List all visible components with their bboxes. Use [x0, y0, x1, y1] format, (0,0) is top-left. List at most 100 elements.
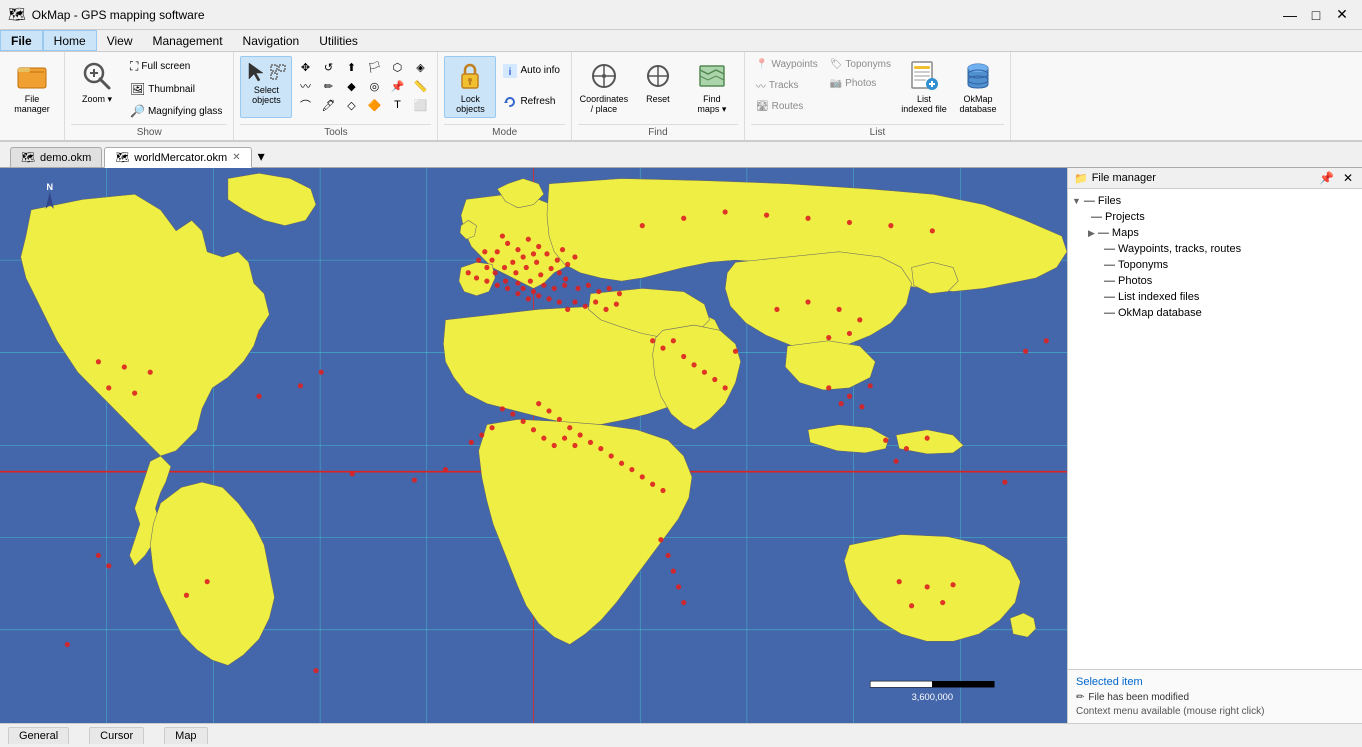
full-screen-button[interactable]: ⛶ Full screen — [125, 56, 227, 77]
toponyms-list-button[interactable]: 🏷 Toponyms — [825, 56, 896, 73]
routes-icon: 🛣 — [756, 101, 769, 112]
coordinates-button[interactable]: Coordinates/ place — [578, 56, 630, 118]
tab-demo[interactable]: 🗺 demo.okm — [10, 147, 102, 167]
circle-tool-button[interactable]: ◎ — [363, 77, 385, 95]
find-maps-icon — [696, 60, 728, 92]
magnifying-glass-icon: 🔎 — [130, 104, 145, 118]
tree-item-maps[interactable]: ▶ — Maps — [1072, 225, 1358, 241]
waypoints-list-button[interactable]: 📍 Waypoints — [751, 56, 823, 73]
tracks-list-button[interactable]: 〰 Tracks — [751, 75, 823, 96]
context-hint: Context menu available (mouse right clic… — [1076, 706, 1354, 717]
tools-grid: ✥ ↺ ⬆ 🏳 ⬡ ◈ 〰 ✏ ◆ ◎ 📌 📏 ⌒ 🖊 ◇ 🔶 T ⬜ — [294, 58, 431, 114]
text-tool-button[interactable]: T — [386, 96, 408, 114]
list-indexed-file-button[interactable]: Listindexed file — [898, 56, 950, 118]
menu-view[interactable]: View — [97, 30, 143, 51]
file-manager-panel: 📁 File manager 📌 ✕ ▼ — Files — Projects — [1067, 168, 1362, 723]
maps-label: Maps — [1112, 227, 1139, 239]
toponyms-icon: 🏷 — [830, 59, 843, 70]
reset-button[interactable]: Reset — [632, 56, 684, 116]
menu-file[interactable]: File — [0, 30, 43, 51]
magnifying-glass-label: Magnifying glass — [148, 106, 222, 117]
tab-dropdown-button[interactable]: ▾ — [258, 148, 265, 165]
node-tool-button[interactable]: ◈ — [409, 58, 431, 76]
photos-list-button[interactable]: 📷 Photos — [825, 75, 896, 92]
coordinates-label: Coordinates/ place — [580, 94, 629, 114]
move-tool-button[interactable]: ✥ — [294, 58, 316, 76]
map-canvas[interactable]: 3,600,000 N — [0, 168, 1067, 723]
file-manager-icon — [16, 60, 48, 92]
up-tool-button[interactable]: ⬆ — [340, 58, 362, 76]
menu-utilities[interactable]: Utilities — [309, 30, 368, 51]
eraser-tool-button[interactable]: ⬜ — [409, 96, 431, 114]
window-controls: — □ ✕ — [1278, 4, 1354, 26]
thumbnail-button[interactable]: 🖼 Thumbnail — [125, 79, 227, 99]
lock-objects-label: Lockobjects — [456, 94, 485, 114]
routes-label: Routes — [772, 101, 804, 112]
refresh-button[interactable]: Refresh — [498, 92, 564, 112]
file-manager-button[interactable]: Filemanager — [6, 56, 58, 118]
file-manager-footer: Selected item ✏ File has been modified C… — [1068, 669, 1362, 723]
mode-small-group: i Auto info Refresh — [498, 56, 564, 116]
auto-info-label: Auto info — [520, 65, 559, 76]
waypoint-tool-button[interactable]: 🏳 — [363, 58, 385, 76]
select-objects-button[interactable]: Selectobjects — [240, 56, 292, 118]
files-icon: — — [1084, 195, 1095, 207]
show-group-label: Show — [71, 124, 227, 138]
curve-tool-button[interactable]: ⌒ — [294, 96, 316, 114]
file-manager-header-right: 📌 ✕ — [1316, 171, 1356, 185]
tree-item-okmap-database[interactable]: — OkMap database — [1072, 305, 1358, 321]
routes-list-button[interactable]: 🛣 Routes — [751, 98, 823, 115]
tree-item-list-indexed-files[interactable]: — List indexed files — [1072, 289, 1358, 305]
refresh-label: Refresh — [520, 96, 555, 107]
statusbar-tab-general[interactable]: General — [8, 727, 69, 744]
okmap-database-tree-icon: — — [1104, 307, 1115, 319]
file-manager-label: Filemanager — [14, 94, 50, 114]
svg-text:3,600,000: 3,600,000 — [912, 692, 953, 702]
auto-info-button[interactable]: i Auto info — [498, 61, 564, 81]
selected-item-label: Selected item — [1076, 676, 1354, 688]
rotate-tool-button[interactable]: ↺ — [317, 58, 339, 76]
okmap-database-button[interactable]: OkMapdatabase — [952, 56, 1004, 118]
tab-worldMercator-close[interactable]: ✕ — [232, 152, 240, 163]
pen-tool-button[interactable]: 🖊 — [317, 96, 339, 114]
lock-objects-button[interactable]: Lockobjects — [444, 56, 496, 118]
magnifying-glass-button[interactable]: 🔎 Magnifying glass — [125, 101, 227, 121]
menu-navigation[interactable]: Navigation — [233, 30, 310, 51]
toponyms-label: Toponyms — [845, 59, 891, 70]
area-tool-button[interactable]: ⬡ — [386, 58, 408, 76]
minimize-button[interactable]: — — [1278, 4, 1302, 26]
tree-item-waypoints-tracks[interactable]: — Waypoints, tracks, routes — [1072, 241, 1358, 257]
diamond-tool-button[interactable]: ◆ — [340, 77, 362, 95]
orange-circle-button[interactable]: 🔶 — [363, 96, 385, 114]
zoom-button[interactable]: Zoom ▾ — [71, 56, 123, 116]
tree-item-toponyms[interactable]: — Toponyms — [1072, 257, 1358, 273]
photos-label: Photos — [845, 78, 876, 89]
yellow-diamond-button[interactable]: ◇ — [340, 96, 362, 114]
tracks-label: Tracks — [769, 80, 799, 91]
zoom-label: Zoom ▾ — [82, 94, 112, 105]
pin-tool-button[interactable]: 📌 — [386, 77, 408, 95]
close-button[interactable]: ✕ — [1330, 4, 1354, 26]
statusbar-tab-cursor[interactable]: Cursor — [89, 727, 144, 744]
tab-worldMercator[interactable]: 🗺 worldMercator.okm ✕ — [104, 147, 251, 168]
okmap-database-icon — [962, 60, 994, 92]
maximize-button[interactable]: □ — [1304, 4, 1328, 26]
tree-item-files[interactable]: ▼ — Files — [1072, 193, 1358, 209]
edit-tool-button[interactable]: ✏ — [317, 77, 339, 95]
menu-management[interactable]: Management — [142, 30, 232, 51]
selected-item-info: ✏ File has been modified — [1076, 692, 1354, 703]
menu-home[interactable]: Home — [43, 30, 97, 51]
mode-group-label: Mode — [444, 124, 564, 138]
measure-tool-button[interactable]: 📏 — [409, 77, 431, 95]
find-maps-button[interactable]: Findmaps ▾ — [686, 56, 738, 119]
tree-item-projects[interactable]: — Projects — [1072, 209, 1358, 225]
statusbar-tab-map[interactable]: Map — [164, 727, 207, 744]
track-tool-button[interactable]: 〰 — [294, 77, 316, 95]
waypoints-tracks-label: Waypoints, tracks, routes — [1118, 243, 1241, 255]
tree-item-photos[interactable]: — Photos — [1072, 273, 1358, 289]
list-indexed-file-icon — [908, 60, 940, 92]
file-manager-close-button[interactable]: ✕ — [1340, 171, 1356, 185]
tab-worldMercator-icon: 🗺 — [115, 151, 129, 164]
projects-label: Projects — [1105, 211, 1145, 223]
file-manager-pin-button[interactable]: 📌 — [1316, 171, 1337, 185]
